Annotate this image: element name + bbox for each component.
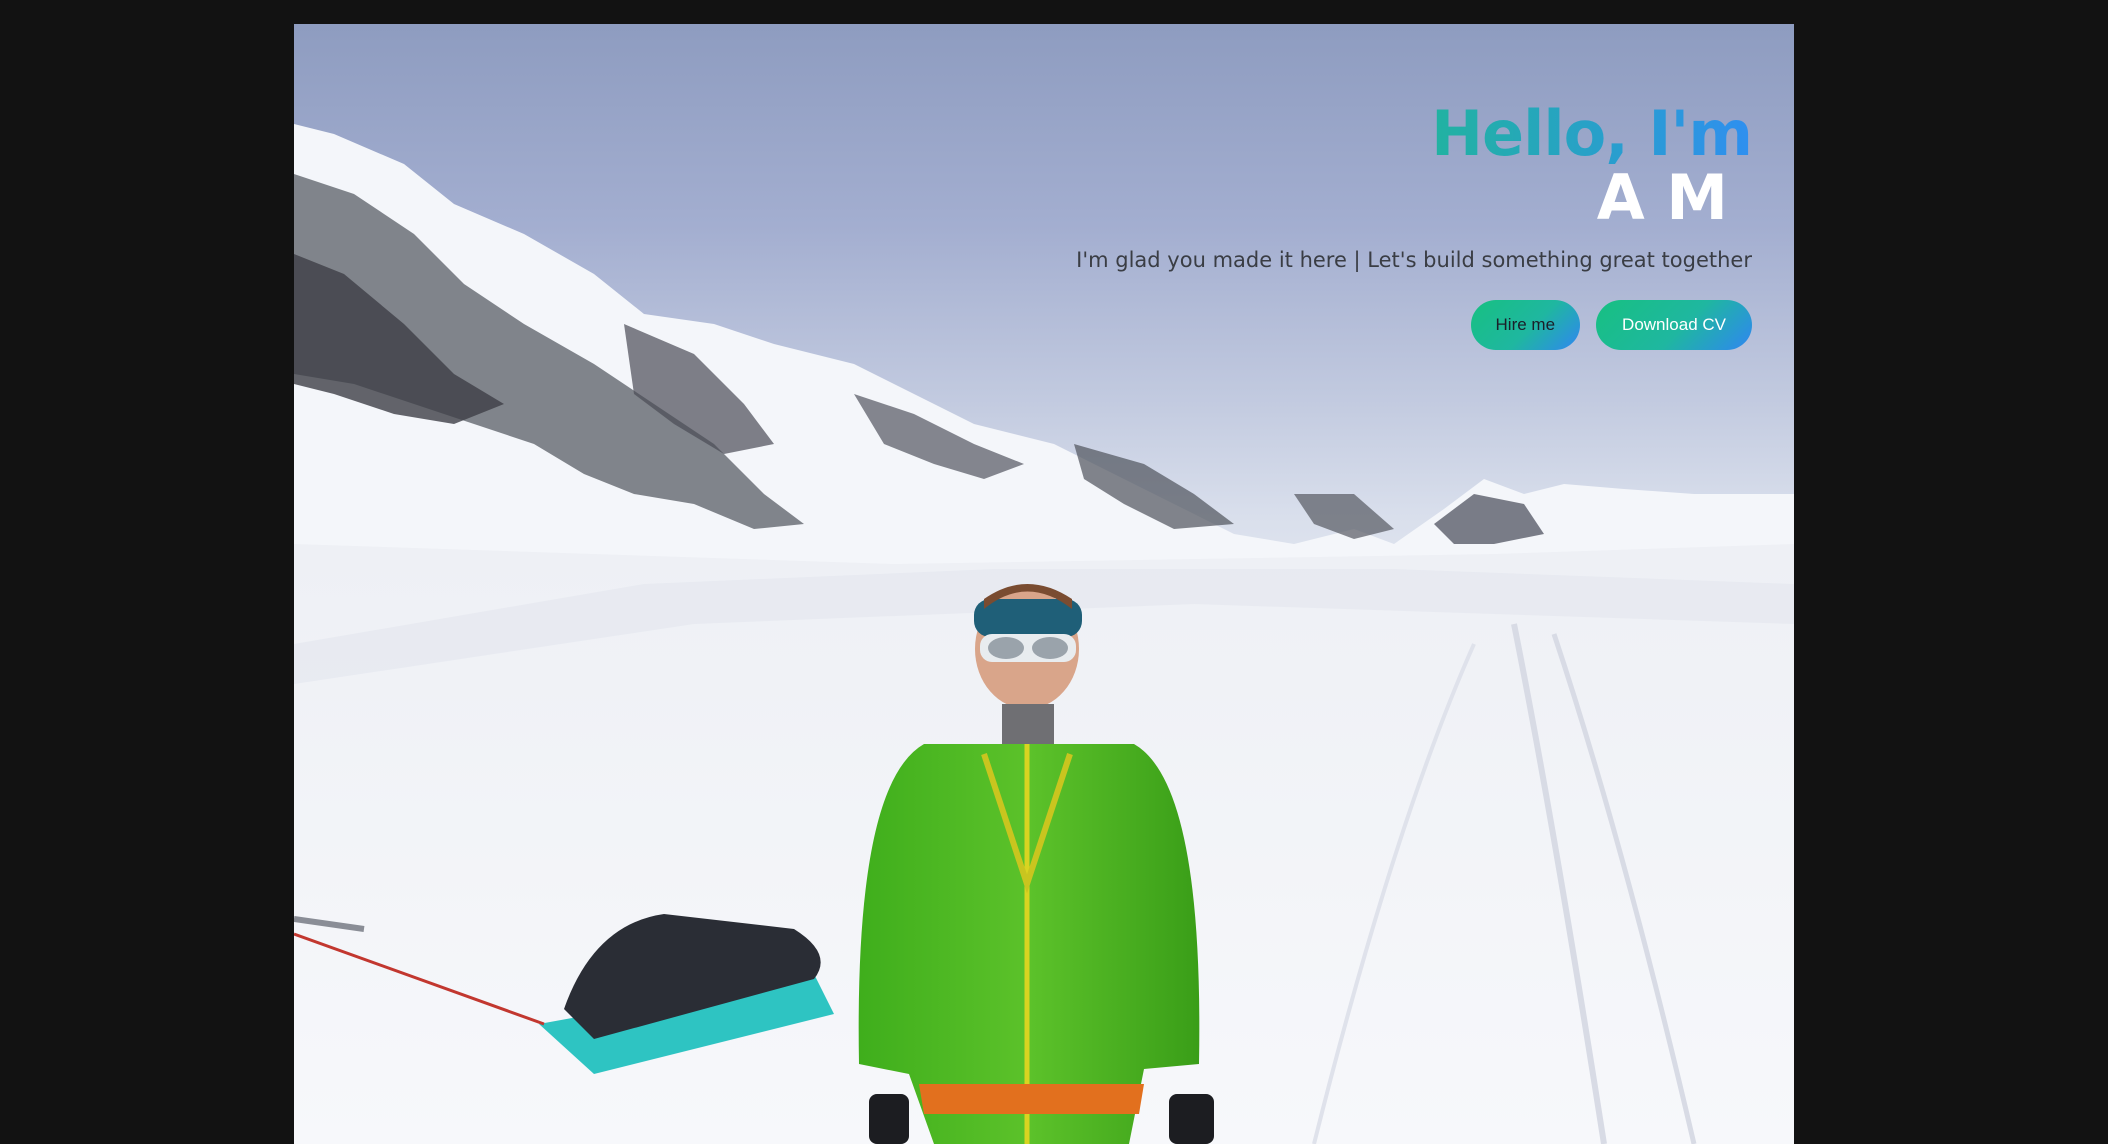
greeting-heading: Hello, I'm xyxy=(1076,102,1753,166)
hero-actions: Hire me Download CV xyxy=(1076,300,1752,350)
download-cv-button[interactable]: Download CV xyxy=(1596,300,1752,350)
name-heading: A M xyxy=(1596,161,1728,234)
hero-intro: Hello, I'm A M I'm glad you made it here… xyxy=(1076,102,1753,350)
hero-tagline: I'm glad you made it here | Let's build … xyxy=(1076,248,1752,272)
hero-section: Hello, I'm A M I'm glad you made it here… xyxy=(294,24,1794,1144)
hire-me-button[interactable]: Hire me xyxy=(1470,300,1581,350)
